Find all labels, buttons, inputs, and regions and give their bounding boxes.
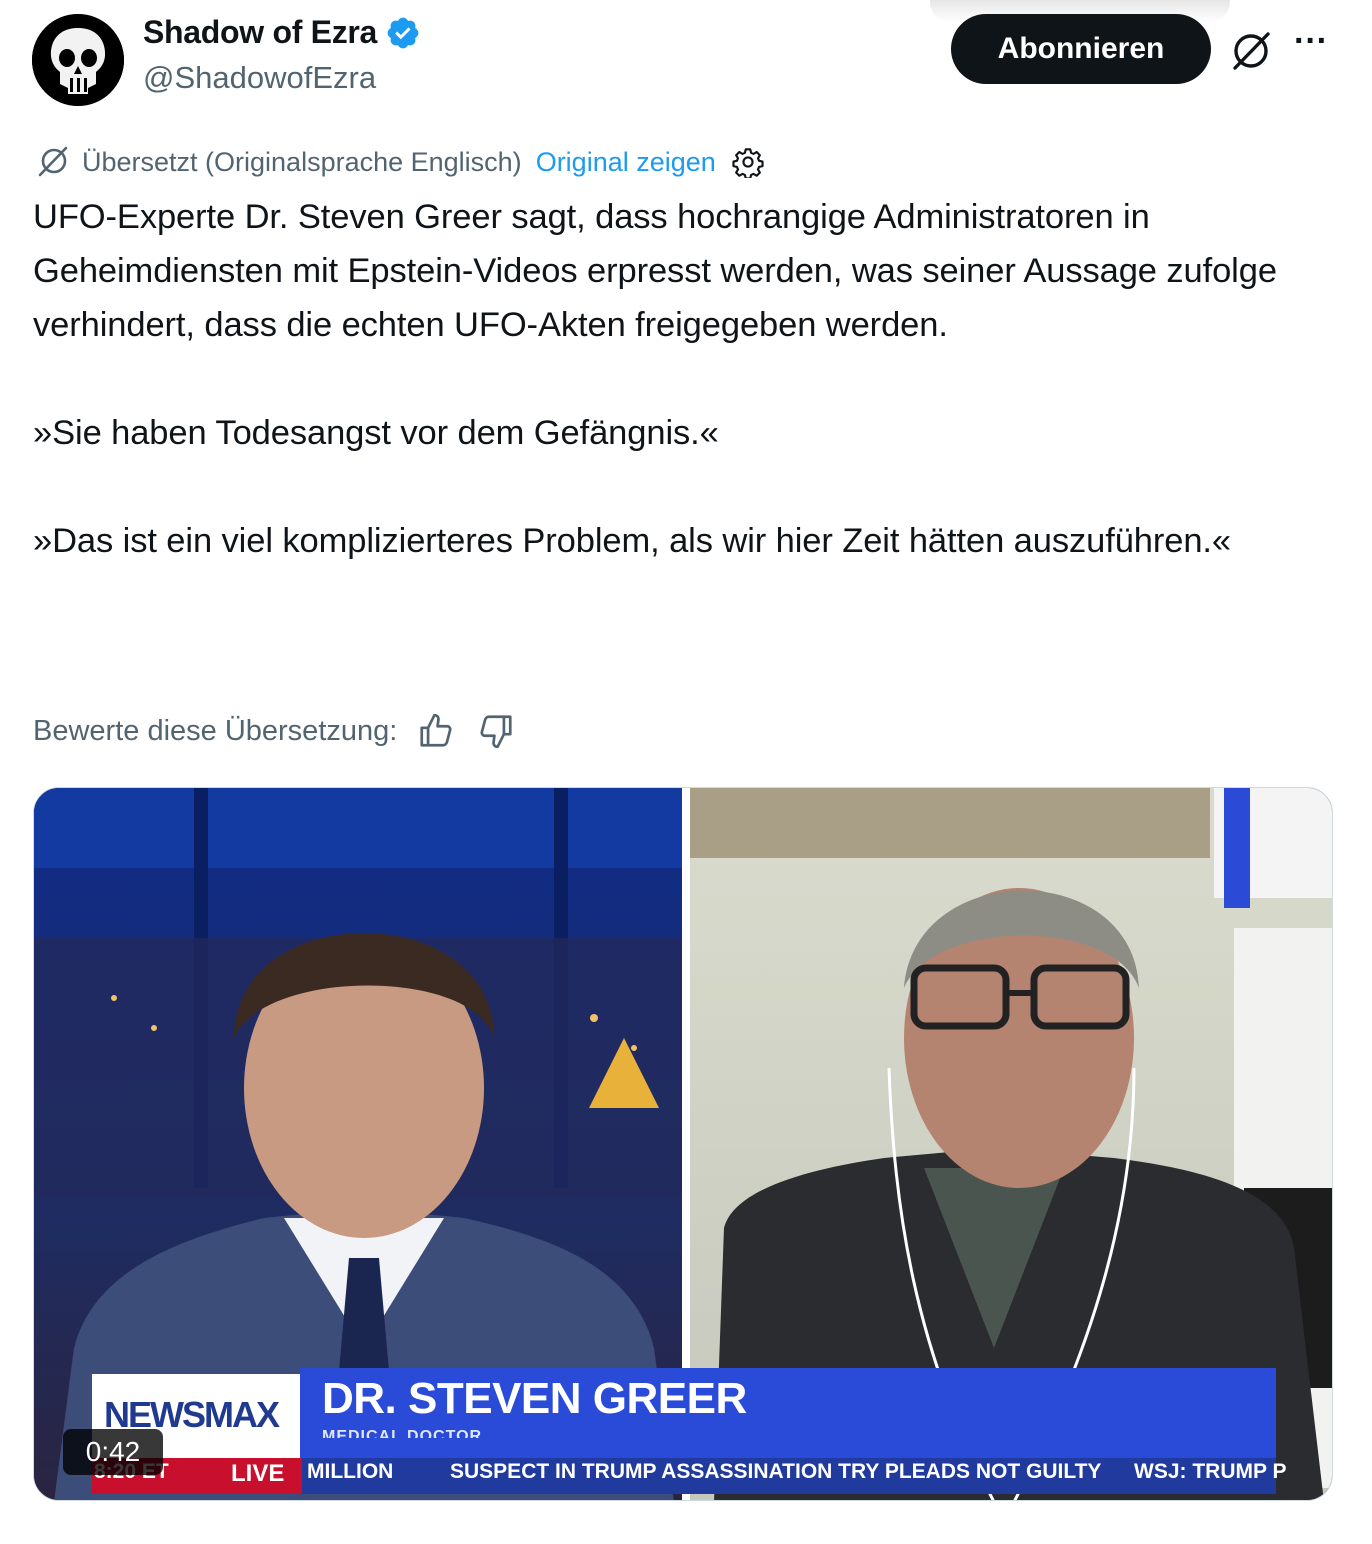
skull-icon bbox=[32, 14, 124, 106]
author-name-text: Shadow of Ezra bbox=[143, 14, 378, 50]
subscribe-button[interactable]: Abonnieren bbox=[951, 14, 1211, 84]
verified-badge-icon bbox=[387, 17, 419, 48]
more-icon[interactable]: ··· bbox=[1294, 22, 1328, 61]
ticker-next: WSJ: TRUMP P bbox=[1134, 1460, 1287, 1483]
grok-icon[interactable] bbox=[1226, 26, 1276, 76]
author-avatar[interactable] bbox=[32, 14, 124, 106]
tweet-detail: Shadow of Ezra @ShadowofEzra Abonnieren … bbox=[0, 0, 1372, 1544]
chyron-guest-name: DR. STEVEN GREER bbox=[322, 1374, 747, 1423]
ticker-live: LIVE bbox=[231, 1460, 285, 1487]
rate-translation: Bewerte diese Übersetzung: bbox=[33, 708, 515, 754]
show-original-link[interactable]: Original zeigen bbox=[536, 147, 716, 178]
rate-translation-label: Bewerte diese Übersetzung: bbox=[33, 714, 398, 747]
tweet-text: UFO-Experte Dr. Steven Greer sagt, dass … bbox=[33, 198, 1277, 560]
video-player[interactable]: NEWSMAX DR. STEVEN GREER MEDICAL DOCTOR … bbox=[33, 787, 1333, 1501]
video-duration-badge: 0:42 bbox=[63, 1429, 163, 1475]
grok-translate-icon bbox=[38, 146, 68, 177]
thumbs-up-icon[interactable] bbox=[417, 712, 455, 750]
ticker-headline: SUSPECT IN TRUMP ASSASSINATION TRY PLEAD… bbox=[450, 1460, 1102, 1483]
ticker-million: MILLION bbox=[307, 1460, 394, 1483]
chyron-guest-title: MEDICAL DOCTOR bbox=[322, 1428, 483, 1438]
author-display-name[interactable]: Shadow of Ezra bbox=[143, 14, 421, 51]
translation-notice-text: Übersetzt (Originalsprache Englisch) bbox=[82, 146, 522, 177]
translation-notice: Übersetzt (Originalsprache Englisch) Ori… bbox=[34, 140, 764, 184]
thumbs-down-icon[interactable] bbox=[477, 712, 515, 750]
author-handle[interactable]: @ShadowofEzra bbox=[143, 60, 376, 96]
gear-icon[interactable] bbox=[732, 146, 764, 178]
